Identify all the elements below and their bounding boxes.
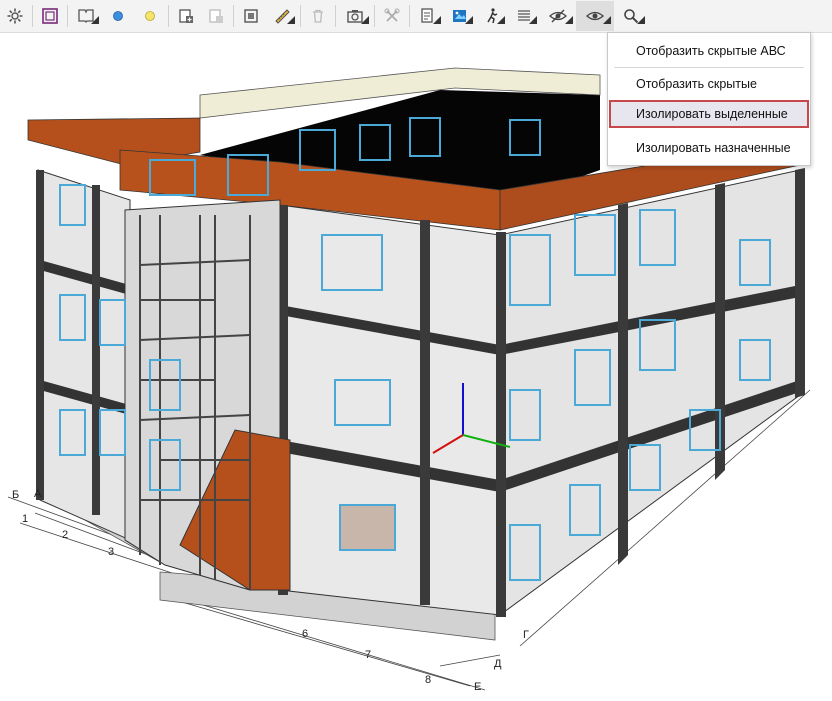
frame-view-button[interactable] — [35, 1, 65, 31]
grid-label-left: А — [34, 488, 42, 500]
grid-label-right: Г — [523, 629, 529, 641]
chevron-down-icon — [287, 16, 295, 24]
section-box-button[interactable] — [236, 1, 266, 31]
search-button[interactable] — [614, 1, 648, 31]
toolbar-separator — [374, 5, 375, 27]
menu-item-isolate-assigned[interactable]: Изолировать назначенные — [609, 134, 809, 162]
frame-view-icon — [42, 8, 58, 24]
chevron-down-icon — [497, 16, 505, 24]
chevron-down-icon — [465, 16, 473, 24]
settings-button[interactable] — [0, 1, 30, 31]
list-button[interactable] — [508, 1, 540, 31]
toolbar-separator — [168, 5, 169, 27]
grid-label-left: 2 — [62, 529, 68, 541]
toolbar-separator — [32, 5, 33, 27]
chevron-down-icon — [565, 16, 573, 24]
chevron-down-icon — [361, 16, 369, 24]
grid-label-front: 8 — [425, 674, 431, 686]
chevron-down-icon — [637, 16, 645, 24]
copy-model-icon — [209, 9, 223, 23]
grid-label-front: Е — [474, 681, 481, 693]
toolbar-separator — [233, 5, 234, 27]
chevron-down-icon — [433, 16, 441, 24]
blue-point-button[interactable] — [102, 1, 134, 31]
visibility-button[interactable] — [576, 1, 614, 31]
hide-button[interactable] — [540, 1, 576, 31]
grid-label-left: 3 — [108, 546, 114, 558]
toolbar-separator — [409, 5, 410, 27]
tools-button[interactable] — [377, 1, 407, 31]
grid-label-left: 1 — [22, 513, 28, 525]
toolbar-separator — [300, 5, 301, 27]
book-view-button[interactable] — [70, 1, 102, 31]
menu-item-show-hidden[interactable]: Отобразить скрытые — [609, 70, 809, 98]
measure-button[interactable] — [266, 1, 298, 31]
delete-button[interactable] — [303, 1, 333, 31]
chevron-down-icon — [603, 16, 611, 24]
trash-icon — [313, 9, 323, 23]
camera-button[interactable] — [338, 1, 372, 31]
section-box-icon — [244, 9, 258, 23]
grid-label-front: 6 — [302, 628, 308, 640]
settings-icon — [7, 8, 23, 24]
chevron-down-icon — [91, 16, 99, 24]
image-view-button[interactable] — [444, 1, 476, 31]
visibility-icon — [586, 11, 604, 21]
menu-separator — [614, 67, 804, 68]
visibility-dropdown-menu: Отобразить скрытые АВС Отобразить скрыты… — [607, 32, 811, 166]
chevron-down-icon — [529, 16, 537, 24]
report-button[interactable] — [412, 1, 444, 31]
tools-icon — [384, 8, 400, 22]
grid-label-front: Д — [494, 658, 502, 670]
grid-label-front: 7 — [365, 649, 371, 661]
walk-button[interactable] — [476, 1, 508, 31]
yellow-point-button[interactable] — [134, 1, 166, 31]
toolbar-separator — [67, 5, 68, 27]
blue-dot-icon — [113, 11, 123, 21]
grid-label-left: Б — [12, 489, 19, 501]
toolbar-separator — [335, 5, 336, 27]
wall-right — [499, 169, 801, 616]
add-model-button[interactable] — [171, 1, 201, 31]
main-toolbar — [0, 0, 832, 33]
yellow-dot-icon — [145, 11, 155, 21]
menu-item-show-hidden-abc[interactable]: Отобразить скрытые АВС — [609, 37, 809, 65]
menu-item-isolate-selected[interactable]: Изолировать выделенные — [609, 100, 809, 128]
copy-model-button[interactable] — [201, 1, 231, 31]
add-model-icon — [179, 9, 193, 23]
